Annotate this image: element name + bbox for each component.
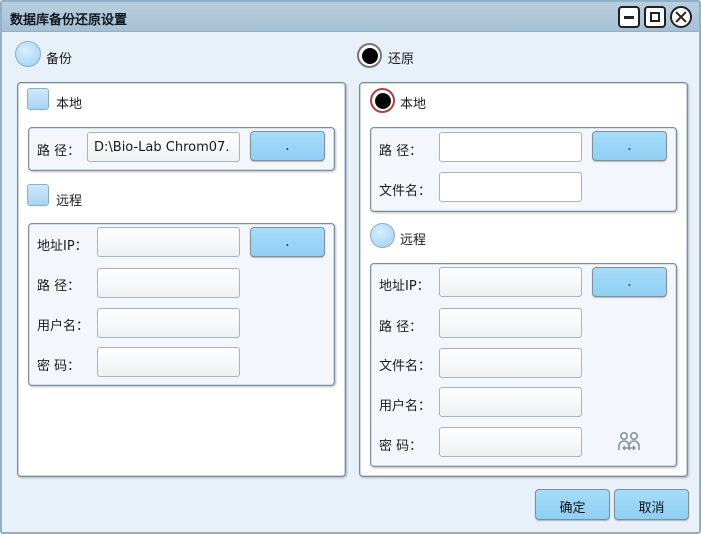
restore-local-group: 路 径： . 文件名： <box>370 127 677 212</box>
backup-local-checkbox[interactable] <box>27 88 49 110</box>
window-title: 数据库备份还原设置 <box>10 13 128 28</box>
restore-remote-ip-input[interactable] <box>439 267 582 297</box>
backup-local-label: 本地 <box>56 97 83 112</box>
backup-local-browse-button[interactable]: . <box>250 131 325 161</box>
restore-remote-label: 远程 <box>400 233 427 248</box>
backup-radio[interactable] <box>15 41 41 67</box>
cancel-button[interactable]: 取消 <box>614 489 689 520</box>
restore-radio[interactable] <box>357 43 382 68</box>
restore-remote-path-label: 路 径： <box>379 320 423 335</box>
backup-remote-group: 地址IP： . 路 径： 用户名： 密 码： <box>28 223 335 386</box>
restore-remote-group: 地址IP： . 路 径： 文件名： 用户名： 密 码： <box>370 263 677 467</box>
backup-remote-browse-button[interactable]: . <box>250 227 325 257</box>
restore-local-filename-label: 文件名： <box>379 184 432 199</box>
restore-remote-filename-input[interactable] <box>439 348 582 378</box>
backup-remote-user-input[interactable] <box>97 308 240 338</box>
restore-remote-password-label: 密 码： <box>379 439 423 454</box>
restore-remote-path-input[interactable] <box>439 308 582 338</box>
restore-remote-browse-button[interactable]: . <box>592 267 667 297</box>
backup-remote-ip-input[interactable] <box>97 227 240 257</box>
backup-local-path-label: 路 径： <box>37 144 81 159</box>
restore-remote-filename-label: 文件名： <box>379 359 432 374</box>
restore-remote-user-label: 用户名： <box>379 399 432 414</box>
restore-local-label: 本地 <box>400 97 427 112</box>
backup-local-path-input[interactable]: D:\Bio-Lab Chrom07. <box>87 132 240 162</box>
restore-local-path-label: 路 径： <box>379 144 423 159</box>
backup-restore-dialog: 数据库备份还原设置 备份 本地 路 径： D:\Bio-Lab Chrom07.… <box>0 0 701 534</box>
users-icon[interactable] <box>617 431 641 453</box>
restore-local-path-input[interactable] <box>439 132 582 162</box>
backup-local-group: 路 径： D:\Bio-Lab Chrom07. . <box>28 127 335 171</box>
minimize-icon[interactable] <box>618 6 640 28</box>
title-bar[interactable]: 数据库备份还原设置 <box>2 2 699 32</box>
backup-remote-path-input[interactable] <box>97 268 240 298</box>
backup-label: 备份 <box>46 52 73 67</box>
backup-remote-checkbox[interactable] <box>27 184 49 206</box>
backup-remote-label: 远程 <box>56 194 83 209</box>
restore-remote-user-input[interactable] <box>439 387 582 417</box>
restore-remote-radio[interactable] <box>370 223 395 248</box>
maximize-icon[interactable] <box>644 6 666 28</box>
backup-remote-password-label: 密 码： <box>37 359 81 374</box>
restore-local-browse-button[interactable]: . <box>592 131 667 161</box>
backup-remote-user-label: 用户名： <box>37 319 90 334</box>
close-icon[interactable] <box>670 6 692 28</box>
restore-remote-password-input[interactable] <box>439 427 582 457</box>
backup-remote-password-input[interactable] <box>97 347 240 377</box>
restore-panel: 本地 路 径： . 文件名： 远程 地址IP： . 路 径： 文件名： 用户名：… <box>359 82 688 477</box>
restore-label: 还原 <box>388 52 415 67</box>
restore-local-radio[interactable] <box>370 88 395 113</box>
restore-remote-ip-label: 地址IP： <box>379 279 430 294</box>
backup-remote-path-label: 路 径： <box>37 279 81 294</box>
backup-remote-ip-label: 地址IP： <box>37 239 88 254</box>
restore-local-filename-input[interactable] <box>439 172 582 202</box>
backup-panel: 本地 路 径： D:\Bio-Lab Chrom07. . 远程 地址IP： .… <box>17 82 346 477</box>
ok-button[interactable]: 确定 <box>535 489 610 520</box>
